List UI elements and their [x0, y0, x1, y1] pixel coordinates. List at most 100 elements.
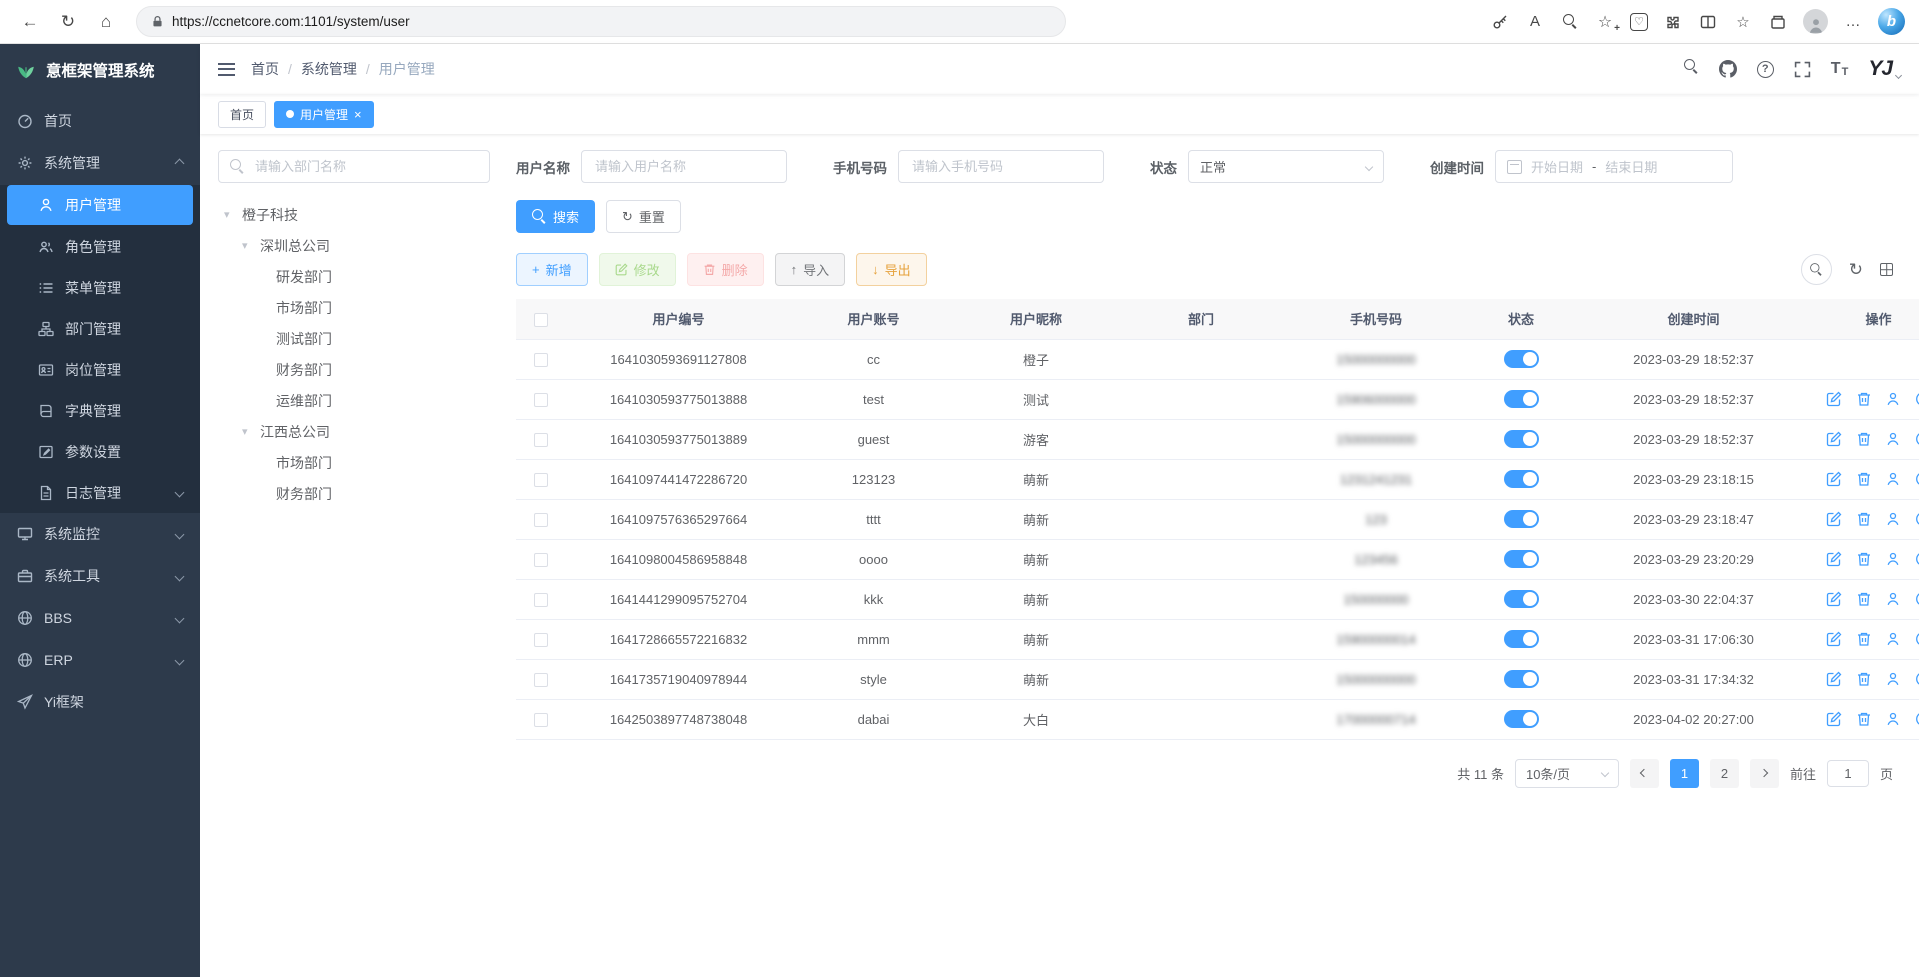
column-settings-button[interactable]: [1880, 263, 1893, 276]
assign-role-icon[interactable]: [1915, 631, 1919, 647]
page-size-select[interactable]: 10条/页: [1515, 759, 1619, 788]
row-checkbox[interactable]: [534, 393, 548, 407]
close-icon[interactable]: ×: [354, 108, 362, 121]
assign-role-icon[interactable]: [1915, 551, 1919, 567]
delete-icon[interactable]: [1856, 711, 1872, 727]
row-checkbox[interactable]: [534, 673, 548, 687]
delete-icon[interactable]: [1856, 671, 1872, 687]
assign-role-icon[interactable]: [1915, 711, 1919, 727]
row-checkbox[interactable]: [534, 593, 548, 607]
sidebar-item-role-management[interactable]: 角色管理: [0, 226, 200, 267]
breadcrumb-home[interactable]: 首页: [251, 59, 279, 79]
edit-button[interactable]: 修改: [599, 253, 676, 286]
edit-icon[interactable]: [1826, 591, 1842, 607]
add-favorite-icon[interactable]: ☆+: [1595, 12, 1615, 32]
refresh-table-button[interactable]: ↻: [1849, 260, 1863, 280]
help-icon[interactable]: ?: [1757, 61, 1774, 78]
collections-icon[interactable]: [1768, 12, 1788, 32]
delete-icon[interactable]: [1856, 511, 1872, 527]
assign-role-icon[interactable]: [1915, 471, 1919, 487]
tag-home[interactable]: 首页: [218, 101, 266, 128]
browser-essentials-icon[interactable]: ♡: [1630, 13, 1648, 31]
copilot-icon[interactable]: b: [1878, 8, 1905, 35]
caret-down-icon[interactable]: ▾: [242, 239, 253, 252]
password-key-icon[interactable]: [1490, 12, 1510, 32]
github-icon[interactable]: [1719, 60, 1737, 78]
edit-icon[interactable]: [1826, 511, 1842, 527]
search-button[interactable]: 搜索: [516, 200, 595, 233]
delete-icon[interactable]: [1856, 431, 1872, 447]
favorites-bar-icon[interactable]: ☆: [1733, 12, 1753, 32]
tree-node-dept[interactable]: 测试部门: [218, 323, 490, 354]
sidebar-item-post-management[interactable]: 岗位管理: [0, 349, 200, 390]
tree-node-dept[interactable]: 市场部门: [218, 292, 490, 323]
status-toggle[interactable]: [1504, 710, 1539, 728]
tree-node-dept[interactable]: 市场部门: [218, 447, 490, 478]
delete-icon[interactable]: [1856, 471, 1872, 487]
reset-button[interactable]: ↻ 重置: [606, 200, 681, 233]
sidebar-item-dict-management[interactable]: 字典管理: [0, 390, 200, 431]
address-bar[interactable]: https://ccnetcore.com:1101/system/user: [136, 6, 1066, 37]
sidebar-item-dept-management[interactable]: 部门管理: [0, 308, 200, 349]
dept-search-input[interactable]: [253, 158, 478, 175]
delete-icon[interactable]: [1856, 391, 1872, 407]
status-toggle[interactable]: [1504, 390, 1539, 408]
caret-down-icon[interactable]: ▾: [224, 208, 235, 221]
assign-role-icon[interactable]: [1915, 431, 1919, 447]
reset-password-icon[interactable]: [1885, 591, 1901, 607]
breadcrumb-system[interactable]: 系统管理: [301, 59, 357, 79]
sidebar-item-system-monitor[interactable]: 系统监控: [0, 513, 200, 555]
fullscreen-icon[interactable]: [1794, 61, 1811, 78]
status-toggle[interactable]: [1504, 630, 1539, 648]
edit-icon[interactable]: [1826, 391, 1842, 407]
sidebar-item-system-tools[interactable]: 系统工具: [0, 555, 200, 597]
edit-icon[interactable]: [1826, 471, 1842, 487]
read-aloud-icon[interactable]: A: [1525, 12, 1545, 32]
add-button[interactable]: + 新增: [516, 253, 588, 286]
status-toggle[interactable]: [1504, 670, 1539, 688]
delete-button[interactable]: 删除: [687, 253, 764, 286]
status-toggle[interactable]: [1504, 510, 1539, 528]
reset-password-icon[interactable]: [1885, 511, 1901, 527]
row-checkbox[interactable]: [534, 433, 548, 447]
edit-icon[interactable]: [1826, 671, 1842, 687]
status-toggle[interactable]: [1504, 430, 1539, 448]
status-select[interactable]: 正常: [1188, 150, 1384, 183]
tree-node-company[interactable]: ▾ 深圳总公司: [218, 230, 490, 261]
tree-node-dept[interactable]: 研发部门: [218, 261, 490, 292]
reset-password-icon[interactable]: [1885, 431, 1901, 447]
sidebar-item-user-management[interactable]: 用户管理: [7, 185, 193, 225]
browser-home-icon[interactable]: ⌂: [90, 6, 122, 38]
search-toggle-button[interactable]: [1801, 254, 1832, 285]
select-all-checkbox[interactable]: [534, 313, 548, 327]
row-checkbox[interactable]: [534, 473, 548, 487]
delete-icon[interactable]: [1856, 591, 1872, 607]
sidebar-item-system-management[interactable]: 系统管理: [0, 142, 200, 184]
sidebar-item-home[interactable]: 首页: [0, 100, 200, 142]
tree-node-dept[interactable]: 财务部门: [218, 478, 490, 509]
row-checkbox[interactable]: [534, 353, 548, 367]
sidebar-item-log-management[interactable]: 日志管理: [0, 472, 200, 513]
tag-user-management[interactable]: 用户管理 ×: [274, 101, 374, 128]
reset-password-icon[interactable]: [1885, 391, 1901, 407]
assign-role-icon[interactable]: [1915, 511, 1919, 527]
tree-node-dept[interactable]: 运维部门: [218, 385, 490, 416]
status-toggle[interactable]: [1504, 470, 1539, 488]
collapse-sidebar-icon[interactable]: [218, 63, 235, 76]
user-avatar[interactable]: YJ: [1868, 57, 1901, 81]
caret-down-icon[interactable]: ▾: [242, 425, 253, 438]
sidebar-item-bbs[interactable]: BBS: [0, 597, 200, 639]
sidebar-item-yi-framework[interactable]: Yi框架: [0, 681, 200, 723]
delete-icon[interactable]: [1856, 551, 1872, 567]
username-input[interactable]: [593, 158, 775, 175]
next-page-button[interactable]: [1750, 759, 1779, 788]
edit-icon[interactable]: [1826, 431, 1842, 447]
edit-icon[interactable]: [1826, 711, 1842, 727]
export-button[interactable]: ↓ 导出: [856, 253, 927, 286]
split-screen-icon[interactable]: [1698, 12, 1718, 32]
prev-page-button[interactable]: [1630, 759, 1659, 788]
row-checkbox[interactable]: [534, 553, 548, 567]
edit-icon[interactable]: [1826, 631, 1842, 647]
import-button[interactable]: ↑ 导入: [775, 253, 846, 286]
reset-password-icon[interactable]: [1885, 671, 1901, 687]
